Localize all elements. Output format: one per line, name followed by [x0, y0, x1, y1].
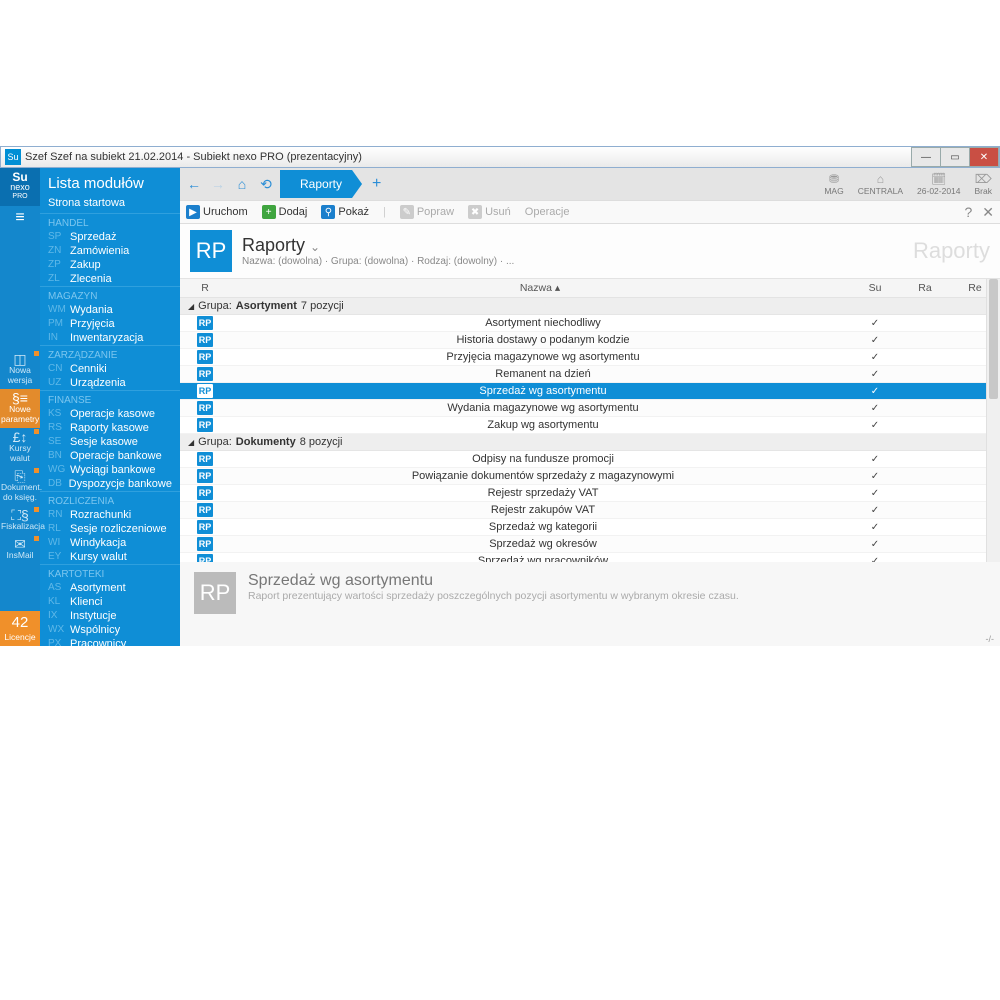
- footer-counter: -/-: [180, 634, 1000, 646]
- sidebar-section-header: ZARZĄDZANIE: [40, 345, 180, 362]
- nav-home-icon[interactable]: ⌂: [232, 174, 252, 194]
- sidebar-start-page[interactable]: Strona startowa: [40, 195, 180, 213]
- tool-run[interactable]: ▶Uruchom: [186, 205, 248, 219]
- sidebar-item[interactable]: ZNZamówienia: [40, 244, 180, 258]
- minimize-button[interactable]: —: [911, 147, 941, 167]
- maximize-button[interactable]: ▭: [940, 147, 970, 167]
- status-indicator[interactable]: ⛃MAG: [820, 172, 847, 196]
- grid-row[interactable]: RPRemanent na dzień✓: [180, 366, 1000, 383]
- sidebar-item[interactable]: ZPZakup: [40, 258, 180, 272]
- sidebar-item[interactable]: UZUrządzenia: [40, 376, 180, 390]
- tool-delete[interactable]: ✖Usuń: [468, 205, 511, 219]
- detail-description: Raport prezentujący wartości sprzedaży p…: [248, 590, 739, 602]
- sidebar-item[interactable]: RLSesje rozliczeniowe: [40, 522, 180, 536]
- grid-row[interactable]: RPSprzedaż wg asortymentu✓: [180, 383, 1000, 400]
- sidebar-item[interactable]: KLKlienci: [40, 595, 180, 609]
- grid-row[interactable]: RPRejestr zakupów VAT✓: [180, 502, 1000, 519]
- tool-edit[interactable]: ✎Popraw: [400, 205, 454, 219]
- grid-row[interactable]: RPAsortyment niechodliwy✓: [180, 315, 1000, 332]
- sidebar-section-header: HANDEL: [40, 213, 180, 230]
- grid-row[interactable]: RPZakup wg asortymentu✓: [180, 417, 1000, 434]
- close-panel-icon[interactable]: ✕: [982, 204, 994, 221]
- sidebar-item[interactable]: WXWspólnicy: [40, 623, 180, 637]
- quickbar: Su nexo PRO ≡ ◫Nowa wersja§≡Nowe paramet…: [0, 168, 40, 646]
- detail-title: Sprzedaż wg asortymentu: [248, 572, 739, 590]
- grid-header-row[interactable]: R Nazwa ▴ Su Ra Re: [180, 279, 1000, 298]
- sidebar-item[interactable]: SESesje kasowe: [40, 435, 180, 449]
- action-toolbar: ▶Uruchom +Dodaj ⚲Pokaż | ✎Popraw ✖Usuń O…: [180, 200, 1000, 224]
- close-button[interactable]: ✕: [969, 147, 999, 167]
- grid-row[interactable]: RPRejestr sprzedaży VAT✓: [180, 485, 1000, 502]
- page-header: RP Raporty ⌄ Nazwa: (dowolna) · Grupa: (…: [180, 224, 1000, 278]
- quickbar-item[interactable]: ⎘Dokument. do księg.: [0, 467, 40, 506]
- nav-refresh-icon[interactable]: ⟲: [256, 174, 276, 194]
- status-indicator[interactable]: ⌦Brak: [971, 172, 996, 196]
- vertical-scrollbar[interactable]: [986, 279, 1000, 562]
- sidebar-item[interactable]: CNCenniki: [40, 362, 180, 376]
- sidebar-item[interactable]: SPSprzedaż: [40, 230, 180, 244]
- quickbar-item[interactable]: ⛶§Fiskalizacja: [0, 506, 40, 535]
- module-sidebar: Lista modułów Strona startowa HANDELSPSp…: [40, 168, 180, 646]
- nav-back-icon[interactable]: ←: [184, 174, 204, 194]
- tab-bar: ← → ⌂ ⟲ Raporty + ⛃MAG ⌂CENTRALA🗓26-02-20…: [180, 168, 1000, 200]
- sidebar-item[interactable]: RSRaporty kasowe: [40, 421, 180, 435]
- licence-badge[interactable]: 42 Licencje: [0, 611, 40, 646]
- menu-toggle-icon[interactable]: ≡: [0, 206, 40, 230]
- app-icon: Su: [5, 149, 21, 165]
- sidebar-item[interactable]: ZLZlecenia: [40, 272, 180, 286]
- sidebar-item[interactable]: RNRozrachunki: [40, 508, 180, 522]
- sidebar-section-header: ROZLICZENIA: [40, 491, 180, 508]
- sidebar-item[interactable]: WGWyciągi bankowe: [40, 463, 180, 477]
- grid-row[interactable]: RPOdpisy na fundusze promocji✓: [180, 451, 1000, 468]
- sidebar-item[interactable]: WIWindykacja: [40, 536, 180, 550]
- page-title[interactable]: Raporty ⌄: [242, 235, 514, 256]
- status-indicator[interactable]: ⌂CENTRALA: [854, 172, 907, 196]
- quickbar-item[interactable]: £↕Kursy walut: [0, 428, 40, 467]
- page-header-icon: RP: [190, 230, 232, 272]
- sidebar-section-header: MAGAZYN: [40, 286, 180, 303]
- sidebar-item[interactable]: ASAsortyment: [40, 581, 180, 595]
- tool-add[interactable]: +Dodaj: [262, 205, 308, 219]
- tab-active[interactable]: Raporty: [280, 170, 362, 198]
- quickbar-item[interactable]: ✉InsMail: [0, 535, 40, 564]
- status-indicator[interactable]: 🗓26-02-2014: [913, 172, 964, 196]
- sidebar-item[interactable]: PMPrzyjęcia: [40, 317, 180, 331]
- sidebar-title: Lista modułów: [40, 168, 180, 195]
- detail-panel: RP Sprzedaż wg asortymentu Raport prezen…: [180, 562, 1000, 634]
- nav-forward-icon[interactable]: →: [208, 174, 228, 194]
- grid-row[interactable]: RPPrzyjęcia magazynowe wg asortymentu✓: [180, 349, 1000, 366]
- tool-operations[interactable]: Operacje: [525, 206, 570, 218]
- grid-row[interactable]: RPSprzedaż wg kategorii✓: [180, 519, 1000, 536]
- sidebar-section-header: FINANSE: [40, 390, 180, 407]
- window-titlebar: Su Szef Szef na subiekt 21.02.2014 - Sub…: [0, 146, 1000, 168]
- tab-add-icon[interactable]: +: [366, 175, 387, 193]
- report-grid: R Nazwa ▴ Su Ra Re ◢ Grupa: Asortyment 7…: [180, 278, 1000, 562]
- grid-group-header[interactable]: ◢ Grupa: Dokumenty 8 pozycji: [180, 434, 1000, 451]
- sidebar-item[interactable]: PXPracownicy: [40, 637, 180, 646]
- sidebar-item[interactable]: BNOperacje bankowe: [40, 449, 180, 463]
- quickbar-item[interactable]: ◫Nowa wersja: [0, 350, 40, 389]
- sidebar-section-header: KARTOTEKI: [40, 564, 180, 581]
- sidebar-item[interactable]: KSOperacje kasowe: [40, 407, 180, 421]
- page-filters-summary[interactable]: Nazwa: (dowolna) · Grupa: (dowolna) · Ro…: [242, 256, 514, 267]
- page-title-ghost: Raporty: [913, 238, 990, 264]
- product-logo: Su nexo PRO: [0, 168, 40, 206]
- sidebar-item[interactable]: INInwentaryzacja: [40, 331, 180, 345]
- sidebar-item[interactable]: WMWydania: [40, 303, 180, 317]
- tool-show[interactable]: ⚲Pokaż: [321, 205, 369, 219]
- grid-row[interactable]: RPSprzedaż wg okresów✓: [180, 536, 1000, 553]
- grid-group-header[interactable]: ◢ Grupa: Asortyment 7 pozycji: [180, 298, 1000, 315]
- grid-row[interactable]: RPWydania magazynowe wg asortymentu✓: [180, 400, 1000, 417]
- content-area: ← → ⌂ ⟲ Raporty + ⛃MAG ⌂CENTRALA🗓26-02-20…: [180, 168, 1000, 646]
- sidebar-item[interactable]: EYKursy walut: [40, 550, 180, 564]
- quickbar-item[interactable]: §≡Nowe parametry: [0, 389, 40, 428]
- sidebar-item[interactable]: IXInstytucje: [40, 609, 180, 623]
- window-title: Szef Szef na subiekt 21.02.2014 - Subiek…: [25, 151, 912, 163]
- grid-row[interactable]: RPSprzedaż wg pracowników✓: [180, 553, 1000, 562]
- grid-row[interactable]: RPPowiązanie dokumentów sprzedaży z maga…: [180, 468, 1000, 485]
- help-icon[interactable]: ?: [964, 204, 972, 221]
- grid-row[interactable]: RPHistoria dostawy o podanym kodzie✓: [180, 332, 1000, 349]
- sidebar-item[interactable]: DBDyspozycje bankowe: [40, 477, 180, 491]
- detail-icon: RP: [194, 572, 236, 614]
